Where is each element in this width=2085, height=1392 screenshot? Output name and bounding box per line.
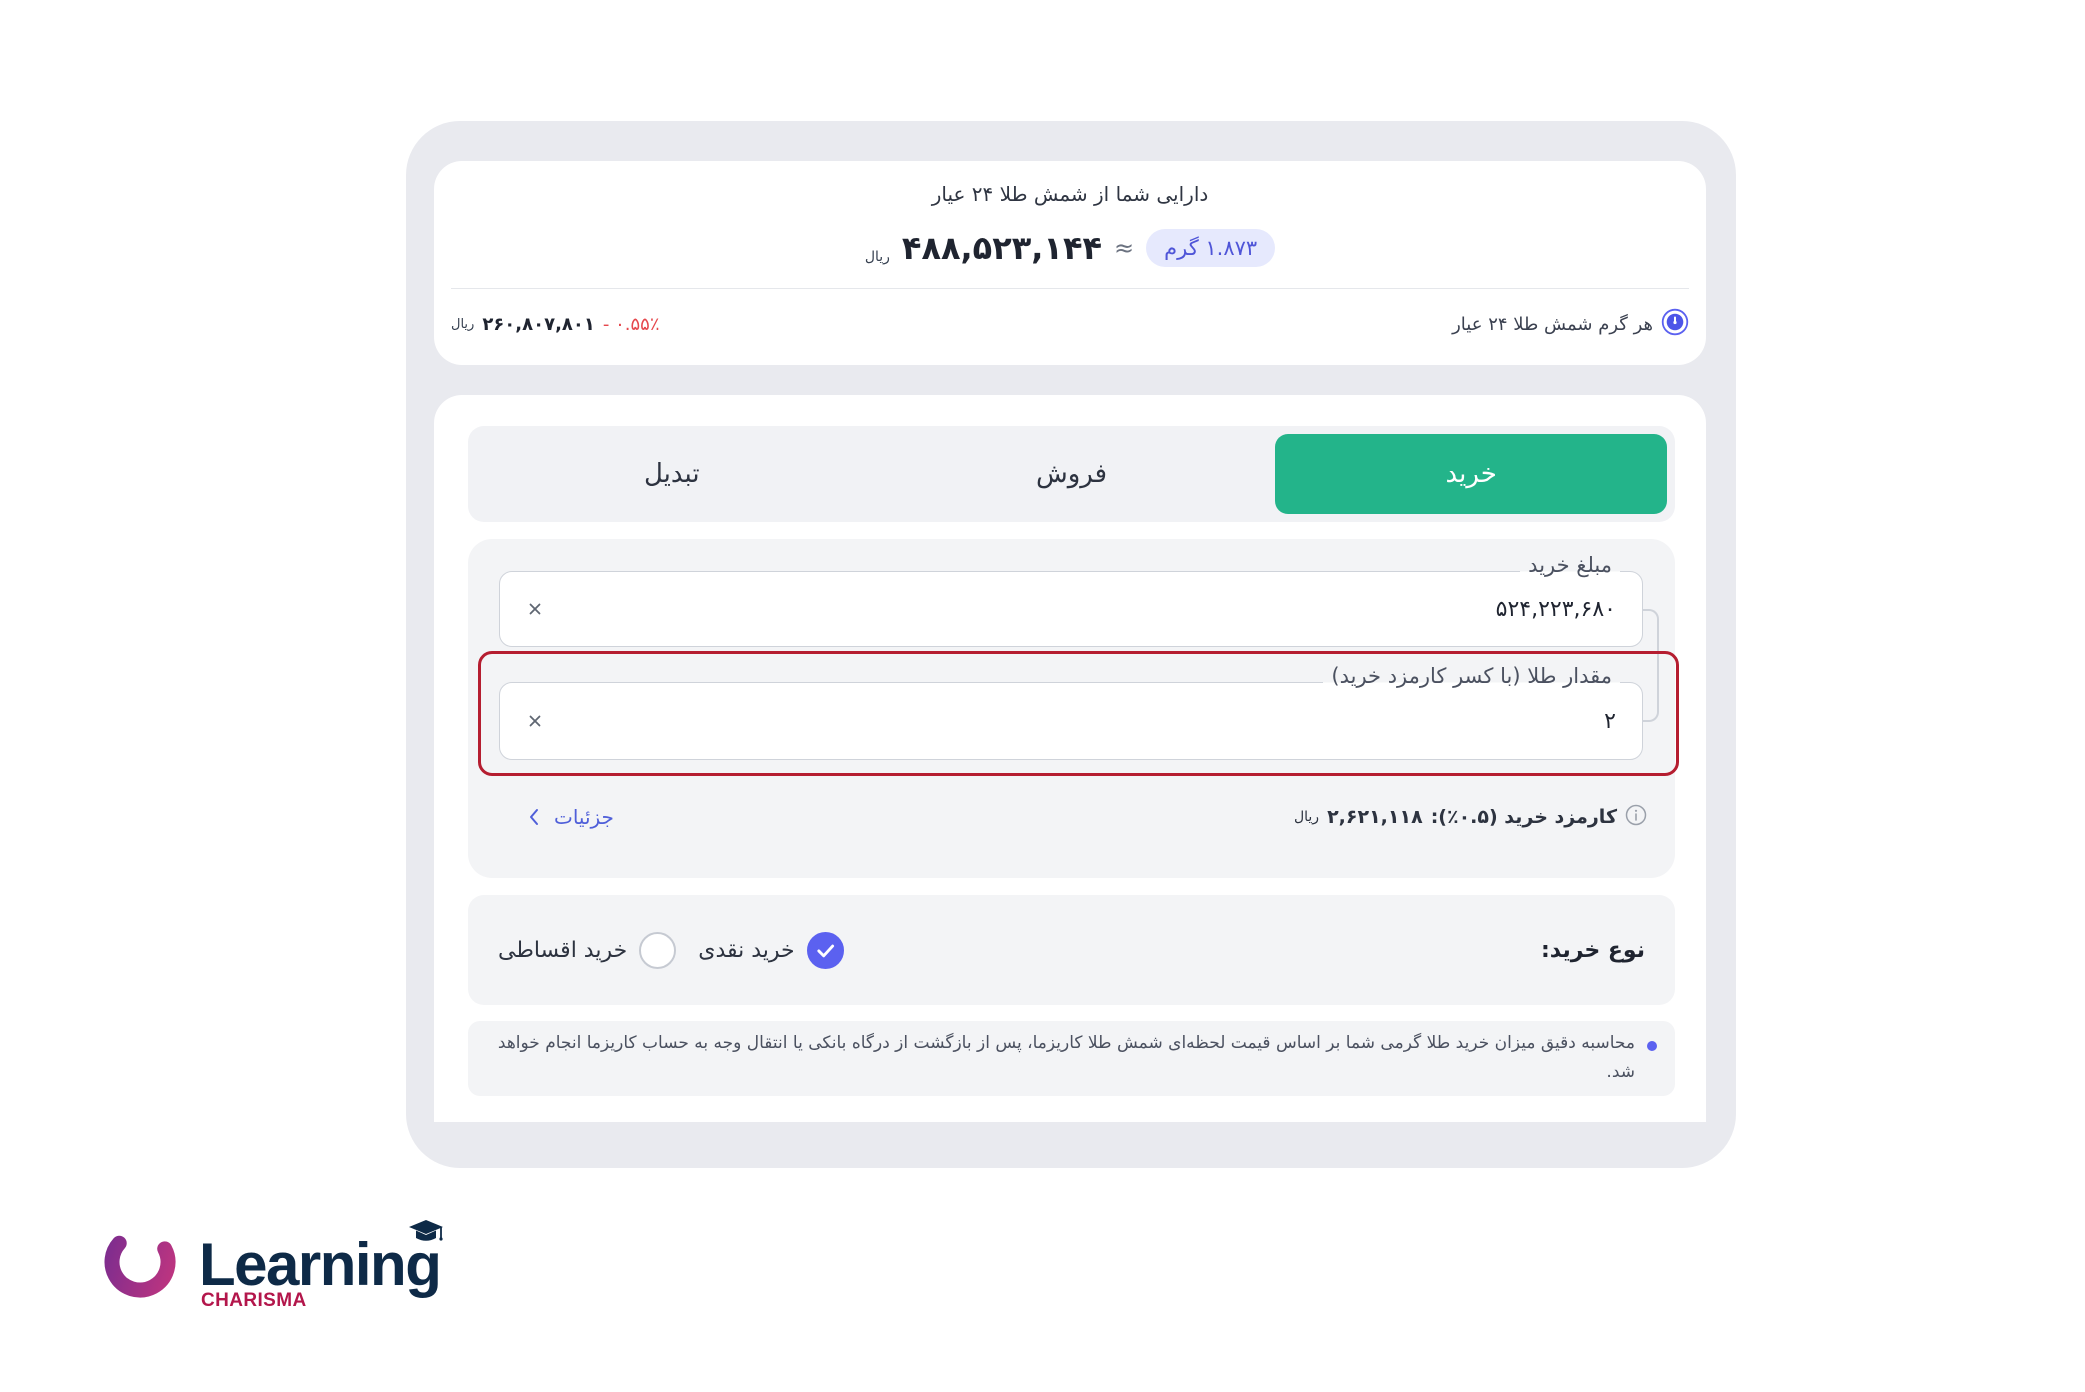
details-label: جزئیات (554, 805, 614, 829)
purchase-type-box: نوع خرید: خرید نقدی خرید اقساطی (468, 895, 1675, 1005)
clear-gold-button[interactable] (522, 708, 548, 734)
trade-panel: دارایی شما از شمش طلا ۲۴ عیار ۱.۸۷۳ گرم … (406, 121, 1736, 1168)
purchase-amount-field[interactable]: مبلغ خرید ۵۲۴,۲۲۳,۶۸۰ (499, 550, 1643, 647)
clear-amount-button[interactable] (522, 596, 548, 622)
holdings-currency: ریال (864, 249, 890, 265)
gold-quantity-value: ۲ (1604, 708, 1616, 734)
link-bracket (1643, 609, 1659, 722)
gold-price-value: ۲۶۰,۸۰۷,۸۰۱ (482, 313, 595, 335)
chevron-left-icon (530, 809, 538, 825)
purchase-type-options: خرید نقدی خرید اقساطی (498, 931, 844, 969)
tab-convert[interactable]: تبدیل (476, 434, 868, 514)
graduation-cap-icon (409, 1220, 443, 1241)
option-installment-label: خرید اقساطی (498, 937, 628, 963)
price-change: - ۰.۵۵٪ (602, 313, 660, 335)
gold-price-value-group: - ۰.۵۵٪ ۲۶۰,۸۰۷,۸۰۱ ریال (451, 314, 660, 335)
divider (451, 288, 1689, 289)
option-cash-purchase[interactable]: خرید نقدی (698, 931, 844, 969)
gold-quantity-field[interactable]: مقدار طلا (با کسر کارمزد خرید) ۲ (499, 661, 1643, 760)
fee-currency: ریال (1293, 809, 1320, 825)
option-cash-label: خرید نقدی (698, 937, 795, 963)
close-icon (529, 715, 541, 727)
note-text: محاسبه دقیق میزان خرید طلا گرمی شما بر ا… (497, 1033, 1635, 1082)
close-icon (529, 603, 541, 615)
details-link[interactable]: جزئیات (528, 805, 614, 829)
timer-icon (1661, 308, 1689, 341)
fee-label: کارمزد خرید (۰.۵٪): (1430, 806, 1617, 828)
radio-button (639, 931, 677, 969)
logo-ring-icon (104, 1226, 176, 1298)
option-installment-purchase[interactable]: خرید اقساطی (498, 931, 677, 969)
fee-row: کارمزد خرید (۰.۵٪): ۲,۶۲۱,۱۱۸ ریال جزئیا… (528, 797, 1647, 837)
holdings-card: دارایی شما از شمش طلا ۲۴ عیار ۱.۸۷۳ گرم … (434, 161, 1706, 365)
holdings-grams-badge: ۱.۸۷۳ گرم (1146, 229, 1276, 267)
info-note: محاسبه دقیق میزان خرید طلا گرمی شما بر ا… (468, 1021, 1675, 1096)
check-icon (817, 944, 834, 957)
brand-subtitle: CHARISMA (201, 1290, 307, 1311)
radio-button (806, 931, 844, 969)
gold-price-currency: ریال (451, 316, 475, 332)
holdings-value: ۴۸۸,۵۲۳,۱۴۴ (901, 229, 1103, 267)
trade-tabs: خرید فروش تبدیل (468, 426, 1675, 522)
brand-name: Learning (199, 1231, 442, 1298)
bullet-dot (1647, 1041, 1657, 1051)
gold-price-row: هر گرم شمش طلا ۲۴ عیار - ۰.۵۵٪ ۲۶۰,۸۰۷,۸… (451, 305, 1689, 343)
gold-price-label-group: هر گرم شمش طلا ۲۴ عیار (1452, 308, 1689, 341)
fee-info: کارمزد خرید (۰.۵٪): ۲,۶۲۱,۱۱۸ ریال (1294, 804, 1647, 831)
holdings-value-line: ۱.۸۷۳ گرم ≈ ۴۸۸,۵۲۳,۱۴۴ ریال (434, 225, 1706, 271)
buy-form-section: مبلغ خرید ۵۲۴,۲۲۳,۶۸۰ مقدار طلا (با کسر … (468, 539, 1679, 878)
purchase-amount-value: ۵۲۴,۲۲۳,۶۸۰ (1495, 596, 1616, 622)
gold-quantity-label: مقدار طلا (با کسر کارمزد خرید) (1323, 661, 1620, 691)
gold-price-label: هر گرم شمش طلا ۲۴ عیار (1452, 313, 1653, 335)
holdings-title: دارایی شما از شمش طلا ۲۴ عیار (931, 182, 1209, 206)
tab-sell[interactable]: فروش (876, 434, 1268, 514)
tab-buy[interactable]: خرید (1275, 434, 1667, 514)
purchase-type-label: نوع خرید: (1540, 937, 1645, 963)
trade-card: خرید فروش تبدیل مبلغ خرید ۵۲۴,۲۲۳,۶۸۰ مق… (434, 395, 1706, 1122)
fee-value: ۲,۶۲۱,۱۱۸ (1327, 806, 1423, 828)
approx-sign: ≈ (1114, 234, 1135, 262)
info-icon (1625, 804, 1647, 831)
